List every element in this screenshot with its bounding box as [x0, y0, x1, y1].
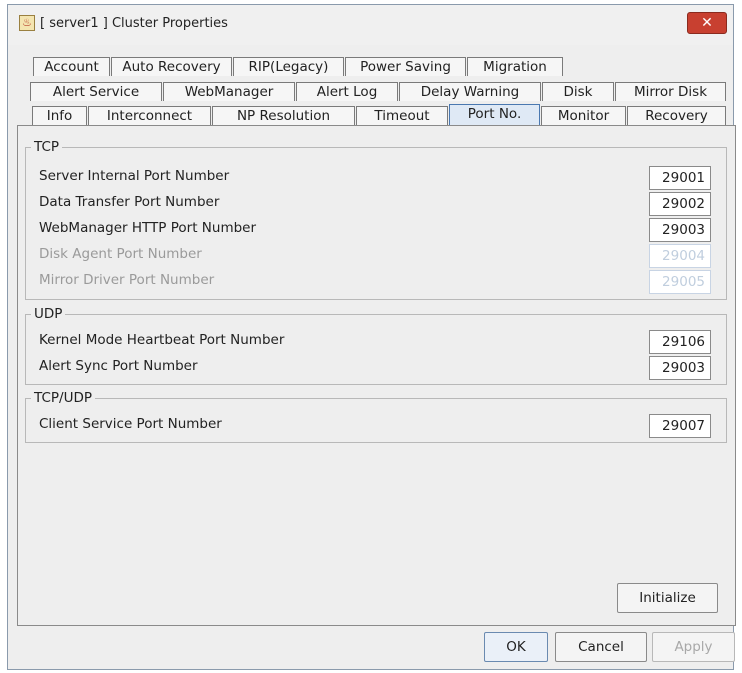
tab-disk[interactable]: Disk — [542, 82, 614, 101]
tab-recovery[interactable]: Recovery — [627, 106, 726, 125]
port-no-panel: TCP Server Internal Port Number 29001 Da… — [17, 125, 736, 626]
tab-alert-service[interactable]: Alert Service — [30, 82, 162, 101]
mirror-driver-port-label: Mirror Driver Port Number — [39, 272, 215, 288]
kernel-mode-heartbeat-port-field[interactable]: 29106 — [649, 330, 711, 354]
webmanager-http-port-label: WebManager HTTP Port Number — [39, 220, 257, 236]
tcp-group: TCP Server Internal Port Number 29001 Da… — [25, 139, 727, 300]
webmanager-http-port-field[interactable]: 29003 — [649, 218, 711, 242]
alert-sync-port-field[interactable]: 29003 — [649, 356, 711, 380]
cancel-button[interactable]: Cancel — [555, 632, 647, 662]
tcp-group-title: TCP — [31, 139, 63, 155]
data-transfer-port-label: Data Transfer Port Number — [39, 194, 220, 210]
disk-agent-port-label: Disk Agent Port Number — [39, 246, 202, 262]
tab-rip-legacy[interactable]: RIP(Legacy) — [233, 57, 344, 76]
apply-button: Apply — [652, 632, 735, 662]
server-internal-port-field[interactable]: 29001 — [649, 166, 711, 190]
tab-migration[interactable]: Migration — [467, 57, 563, 76]
tab-account[interactable]: Account — [33, 57, 110, 76]
tab-power-saving[interactable]: Power Saving — [345, 57, 466, 76]
tab-alert-log[interactable]: Alert Log — [296, 82, 398, 101]
tab-port-no[interactable]: Port No. — [449, 104, 540, 125]
tab-auto-recovery[interactable]: Auto Recovery — [111, 57, 232, 76]
tab-info[interactable]: Info — [32, 106, 87, 125]
window-title: [ server1 ] Cluster Properties — [40, 16, 228, 31]
tab-monitor[interactable]: Monitor — [541, 106, 626, 125]
disk-agent-port-field: 29004 — [649, 244, 711, 268]
udp-group: UDP Kernel Mode Heartbeat Port Number 29… — [25, 306, 727, 385]
server-internal-port-label: Server Internal Port Number — [39, 168, 230, 184]
udp-group-title: UDP — [31, 306, 66, 322]
tab-webmanager[interactable]: WebManager — [163, 82, 295, 101]
data-transfer-port-field[interactable]: 29002 — [649, 192, 711, 216]
tcpudp-group: TCP/UDP Client Service Port Number 29007 — [25, 390, 727, 443]
mirror-driver-port-field: 29005 — [649, 270, 711, 294]
ok-button[interactable]: OK — [484, 632, 548, 662]
close-button[interactable]: ✕ — [687, 12, 727, 34]
tab-delay-warning[interactable]: Delay Warning — [399, 82, 541, 101]
tcpudp-group-title: TCP/UDP — [31, 390, 95, 406]
tab-interconnect[interactable]: Interconnect — [88, 106, 211, 125]
java-app-icon: ♨ — [19, 15, 35, 31]
alert-sync-port-label: Alert Sync Port Number — [39, 358, 198, 374]
tab-np-resolution[interactable]: NP Resolution — [212, 106, 355, 125]
tab-mirror-disk[interactable]: Mirror Disk — [615, 82, 726, 101]
initialize-button[interactable]: Initialize — [617, 583, 718, 613]
kernel-mode-heartbeat-port-label: Kernel Mode Heartbeat Port Number — [39, 332, 285, 348]
title-bar: ♨ [ server1 ] Cluster Properties ✕ — [8, 5, 733, 45]
client-service-port-field[interactable]: 29007 — [649, 414, 711, 438]
client-service-port-label: Client Service Port Number — [39, 416, 222, 432]
tab-timeout[interactable]: Timeout — [356, 106, 448, 125]
